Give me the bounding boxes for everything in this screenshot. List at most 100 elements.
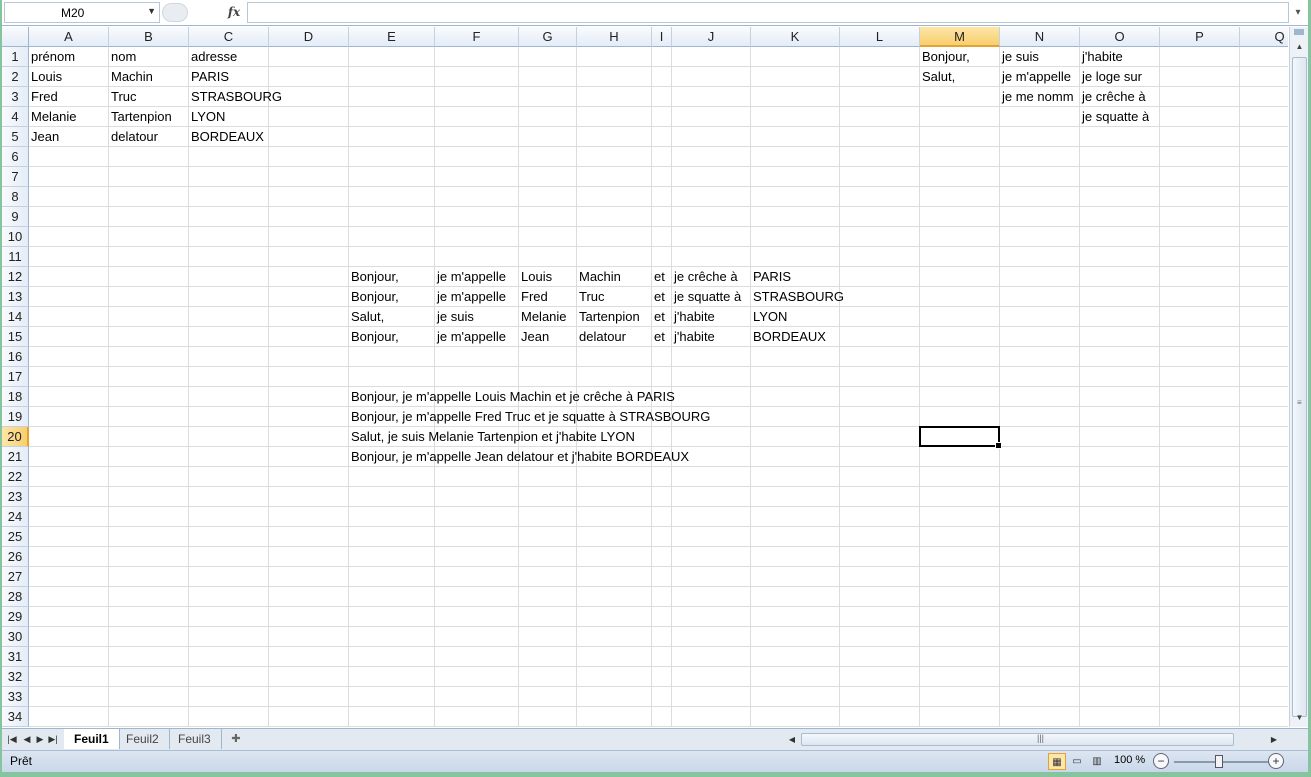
column-header-j[interactable]: J — [672, 27, 751, 47]
row-header-22[interactable]: 22 — [2, 467, 29, 487]
cell-h13[interactable]: Truc — [577, 287, 652, 307]
zoom-slider-thumb[interactable] — [1215, 755, 1223, 768]
split-handle[interactable] — [1294, 29, 1304, 35]
horizontal-scroll-thumb[interactable]: ||| — [801, 733, 1234, 746]
cell-k13[interactable]: STRASBOURG — [751, 287, 844, 307]
column-header-n[interactable]: N — [1000, 27, 1080, 47]
cell-k15[interactable]: BORDEAUX — [751, 327, 826, 347]
column-header-a[interactable]: A — [29, 27, 109, 47]
row-header-12[interactable]: 12 — [2, 267, 29, 287]
scroll-down-icon[interactable]: ▼ — [1292, 710, 1307, 725]
zoom-in-icon[interactable]: + — [1268, 753, 1284, 769]
cell-g14[interactable]: Melanie — [519, 307, 577, 327]
row-header-9[interactable]: 9 — [2, 207, 29, 227]
row-header-11[interactable]: 11 — [2, 247, 29, 267]
cell-h14[interactable]: Tartenpion — [577, 307, 652, 327]
horizontal-scrollbar[interactable]: ◀ ||| ▶ — [777, 732, 1289, 748]
cell-e20[interactable]: Salut, je suis Melanie Tartenpion et j'h… — [349, 427, 635, 447]
zoom-out-icon[interactable]: − — [1153, 753, 1169, 769]
name-box[interactable]: M20 ▼ — [4, 2, 160, 23]
worksheet-grid[interactable]: A B C D E F G H I J K L M N O P Q 1 2 3 4 5 6 7 8 9 10 11 12 13 14 15 16… — [2, 27, 1288, 727]
row-header-33[interactable]: 33 — [2, 687, 29, 707]
scroll-up-icon[interactable]: ▲ — [1292, 39, 1307, 54]
row-header-6[interactable]: 6 — [2, 147, 29, 167]
cell-a5[interactable]: Jean — [29, 127, 109, 147]
cell-f12[interactable]: je m'appelle — [435, 267, 519, 287]
cell-a4[interactable]: Melanie — [29, 107, 109, 127]
row-header-29[interactable]: 29 — [2, 607, 29, 627]
expand-formula-bar-icon[interactable]: ▾ — [1291, 3, 1305, 22]
cell-j15[interactable]: j'habite — [672, 327, 751, 347]
cell-b1[interactable]: nom — [109, 47, 189, 67]
row-header-28[interactable]: 28 — [2, 587, 29, 607]
cell-h15[interactable]: delatour — [577, 327, 652, 347]
cell-e14[interactable]: Salut, — [349, 307, 435, 327]
page-break-view-icon[interactable]: ▥ — [1088, 753, 1106, 770]
cell-n3[interactable]: je me nomm — [1000, 87, 1080, 107]
cell-c3[interactable]: STRASBOURG — [189, 87, 1000, 107]
column-header-l[interactable]: L — [840, 27, 920, 47]
row-header-17[interactable]: 17 — [2, 367, 29, 387]
cell-i12[interactable]: et — [652, 267, 672, 287]
row-header-20[interactable]: 20 — [2, 427, 29, 447]
vertical-scrollbar[interactable]: ▲ ≡ ▼ — [1289, 27, 1308, 727]
sheet-tab-feuil3[interactable]: Feuil3 — [168, 729, 222, 749]
cell-m2[interactable]: Salut, — [920, 67, 1000, 87]
column-header-e[interactable]: E — [349, 27, 435, 47]
row-header-5[interactable]: 5 — [2, 127, 29, 147]
cell-c5[interactable]: BORDEAUX — [189, 127, 264, 147]
row-header-10[interactable]: 10 — [2, 227, 29, 247]
row-header-30[interactable]: 30 — [2, 627, 29, 647]
column-header-k[interactable]: K — [751, 27, 840, 47]
cell-c4[interactable]: LYON — [189, 107, 1080, 127]
insert-sheet-icon[interactable]: ✚ — [226, 731, 246, 747]
column-header-f[interactable]: F — [435, 27, 519, 47]
cell-e21[interactable]: Bonjour, je m'appelle Jean delatour et j… — [349, 447, 689, 467]
row-header-3[interactable]: 3 — [2, 87, 29, 107]
cell-k14[interactable]: LYON — [751, 307, 787, 327]
column-header-d[interactable]: D — [269, 27, 349, 47]
cell-j13[interactable]: je squatte à — [672, 287, 751, 307]
row-header-23[interactable]: 23 — [2, 487, 29, 507]
chevron-down-icon[interactable]: ▼ — [147, 6, 156, 16]
row-header-7[interactable]: 7 — [2, 167, 29, 187]
column-header-b[interactable]: B — [109, 27, 189, 47]
row-header-15[interactable]: 15 — [2, 327, 29, 347]
cell-e15[interactable]: Bonjour, — [349, 327, 435, 347]
sheet-tab-feuil2[interactable]: Feuil2 — [116, 729, 170, 749]
row-header-21[interactable]: 21 — [2, 447, 29, 467]
zoom-level[interactable]: 100 % — [1114, 754, 1145, 766]
cell-j12[interactable]: je crêche à — [672, 267, 751, 287]
column-header-h[interactable]: H — [577, 27, 652, 47]
row-header-4[interactable]: 4 — [2, 107, 29, 127]
formula-input[interactable] — [247, 2, 1289, 23]
cell-i15[interactable]: et — [652, 327, 672, 347]
cell-i13[interactable]: et — [652, 287, 672, 307]
row-header-16[interactable]: 16 — [2, 347, 29, 367]
cell-g12[interactable]: Louis — [519, 267, 577, 287]
scroll-left-icon[interactable]: ◀ — [785, 732, 799, 748]
row-header-14[interactable]: 14 — [2, 307, 29, 327]
last-sheet-icon[interactable]: ▶| — [47, 732, 59, 747]
column-header-p[interactable]: P — [1160, 27, 1240, 47]
cell-g15[interactable]: Jean — [519, 327, 577, 347]
cell-b4[interactable]: Tartenpion — [109, 107, 189, 127]
row-header-31[interactable]: 31 — [2, 647, 29, 667]
row-header-27[interactable]: 27 — [2, 567, 29, 587]
column-header-c[interactable]: C — [189, 27, 269, 47]
cell-m1[interactable]: Bonjour, — [920, 47, 1000, 67]
cell-i14[interactable]: et — [652, 307, 672, 327]
select-all-button[interactable] — [2, 27, 29, 47]
insert-function-button[interactable]: fx — [224, 3, 244, 22]
cell-o1[interactable]: j'habite — [1080, 47, 1123, 67]
cell-e12[interactable]: Bonjour, — [349, 267, 435, 287]
cell-b5[interactable]: delatour — [109, 127, 189, 147]
row-header-19[interactable]: 19 — [2, 407, 29, 427]
cell-c1[interactable]: adresse — [189, 47, 920, 67]
cell-f14[interactable]: je suis — [435, 307, 519, 327]
cell-b3[interactable]: Truc — [109, 87, 189, 107]
cell-e18[interactable]: Bonjour, je m'appelle Louis Machin et je… — [349, 387, 675, 407]
cell-n1[interactable]: je suis — [1000, 47, 1080, 67]
formula-bar-splitter[interactable] — [162, 3, 188, 22]
row-header-32[interactable]: 32 — [2, 667, 29, 687]
